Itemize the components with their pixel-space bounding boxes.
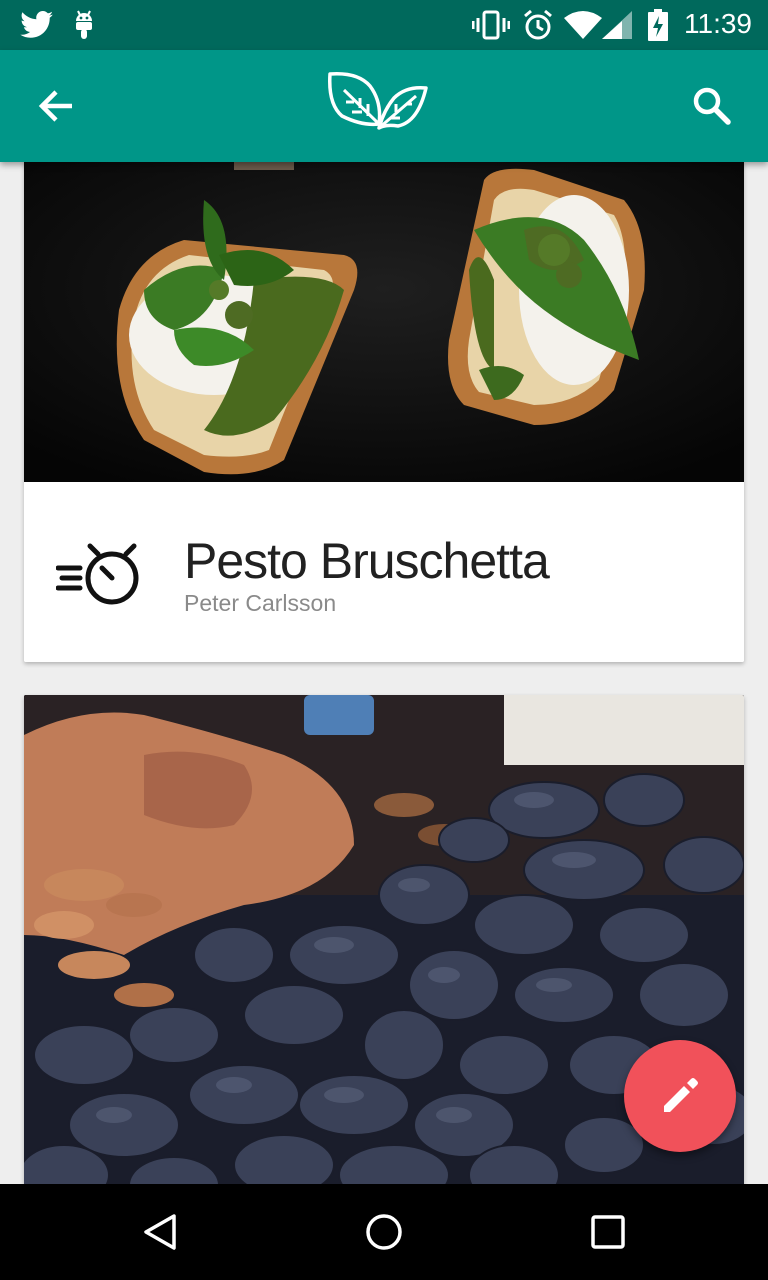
vibrate-icon [472, 10, 510, 40]
recipe-list[interactable]: Pesto Bruschetta Peter Carlsson [0, 162, 768, 1184]
system-nav-bar [0, 1184, 768, 1280]
quick-timer-icon [56, 543, 139, 605]
status-bar: 11:39 [0, 0, 768, 50]
signal-icon [602, 11, 632, 39]
recipe-photo[interactable] [24, 162, 744, 482]
bruschetta-photo [24, 162, 744, 482]
alarm-icon [524, 9, 552, 40]
battery-charging-icon [648, 9, 668, 41]
twitter-icon [20, 11, 53, 38]
recipe-author: Peter Carlsson [184, 590, 337, 616]
recipe-title: Pesto Bruschetta [184, 533, 550, 589]
home-circle-icon[interactable] [364, 1212, 404, 1252]
leaves-logo-icon [328, 72, 428, 130]
android-icon [76, 10, 92, 39]
status-time: 11:39 [684, 8, 752, 39]
recipe-info[interactable]: Pesto Bruschetta Peter Carlsson [24, 482, 744, 662]
back-triangle-icon[interactable] [140, 1212, 180, 1252]
recents-square-icon[interactable] [588, 1212, 628, 1252]
recipe-card[interactable]: Pesto Bruschetta Peter Carlsson [24, 162, 744, 662]
app-bar [0, 50, 768, 162]
search-icon[interactable] [684, 78, 740, 134]
edit-fab-button[interactable] [624, 1040, 736, 1152]
edit-pencil-icon [664, 1078, 698, 1112]
wifi-icon [564, 11, 602, 39]
arrow-back-icon[interactable] [28, 78, 84, 134]
